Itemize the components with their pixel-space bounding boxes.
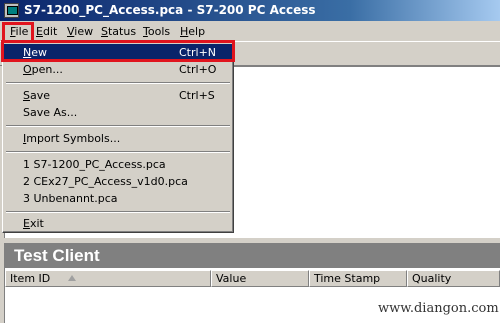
test-client-title: Test Client [4, 243, 500, 268]
watermark: www.diangon.com [378, 301, 499, 316]
menu-save[interactable]: Save Ctrl+S [3, 87, 232, 104]
menu-separator [6, 151, 230, 153]
menu-recent-1[interactable]: 1 S7-1200_PC_Access.pca [3, 156, 232, 173]
column-value[interactable]: Value [211, 270, 309, 287]
menu-open-label: Open... [23, 63, 63, 76]
new-item-highlight-box [1, 40, 235, 62]
menu-import-symbols-label: Import Symbols... [23, 132, 121, 145]
column-time-stamp-label: Time Stamp [314, 272, 381, 285]
menu-separator [6, 125, 230, 127]
menu-exit[interactable]: Exit [3, 215, 232, 232]
file-menu-dropdown: New Ctrl+N Open... Ctrl+O Save Ctrl+S Sa… [2, 40, 234, 233]
menu-help[interactable]: Help [180, 24, 205, 39]
column-item-id-label: Item ID [10, 272, 51, 285]
column-quality[interactable]: Quality [407, 270, 500, 287]
menu-separator [6, 82, 230, 84]
column-quality-label: Quality [412, 272, 452, 285]
menu-recent-3[interactable]: 3 Unbenannt.pca [3, 190, 232, 207]
menu-save-label: Save [23, 89, 51, 102]
menu-open[interactable]: Open... Ctrl+O [3, 61, 232, 78]
app-icon [4, 3, 19, 18]
window-title: S7-1200_PC_Access.pca - S7-200 PC Access [24, 3, 316, 17]
menu-recent-2-label: 2 CEx27_PC_Access_v1d0.pca [23, 175, 188, 188]
menu-view[interactable]: View [67, 24, 93, 39]
menu-recent-2[interactable]: 2 CEx27_PC_Access_v1d0.pca [3, 173, 232, 190]
menu-import-symbols[interactable]: Import Symbols... [3, 130, 232, 147]
file-menu-highlight-box [2, 22, 34, 42]
menu-bar: File Edit View Status Tools Help [0, 21, 500, 41]
menu-save-as-label: Save As... [23, 106, 78, 119]
menu-save-as[interactable]: Save As... [3, 104, 232, 121]
column-value-label: Value [216, 272, 247, 285]
column-item-id[interactable]: Item ID [5, 270, 211, 287]
column-time-stamp[interactable]: Time Stamp [309, 270, 407, 287]
sort-ascending-icon [68, 275, 76, 281]
title-bar: S7-1200_PC_Access.pca - S7-200 PC Access [0, 0, 500, 21]
menu-tools[interactable]: Tools [143, 24, 170, 39]
menu-save-shortcut: Ctrl+S [179, 89, 215, 102]
menu-recent-1-label: 1 S7-1200_PC_Access.pca [23, 158, 166, 171]
menu-recent-3-label: 3 Unbenannt.pca [23, 192, 118, 205]
menu-exit-label: Exit [23, 217, 44, 230]
menu-edit[interactable]: Edit [36, 24, 57, 39]
menu-separator [6, 211, 230, 213]
menu-status[interactable]: Status [101, 24, 136, 39]
menu-open-shortcut: Ctrl+O [179, 63, 217, 76]
